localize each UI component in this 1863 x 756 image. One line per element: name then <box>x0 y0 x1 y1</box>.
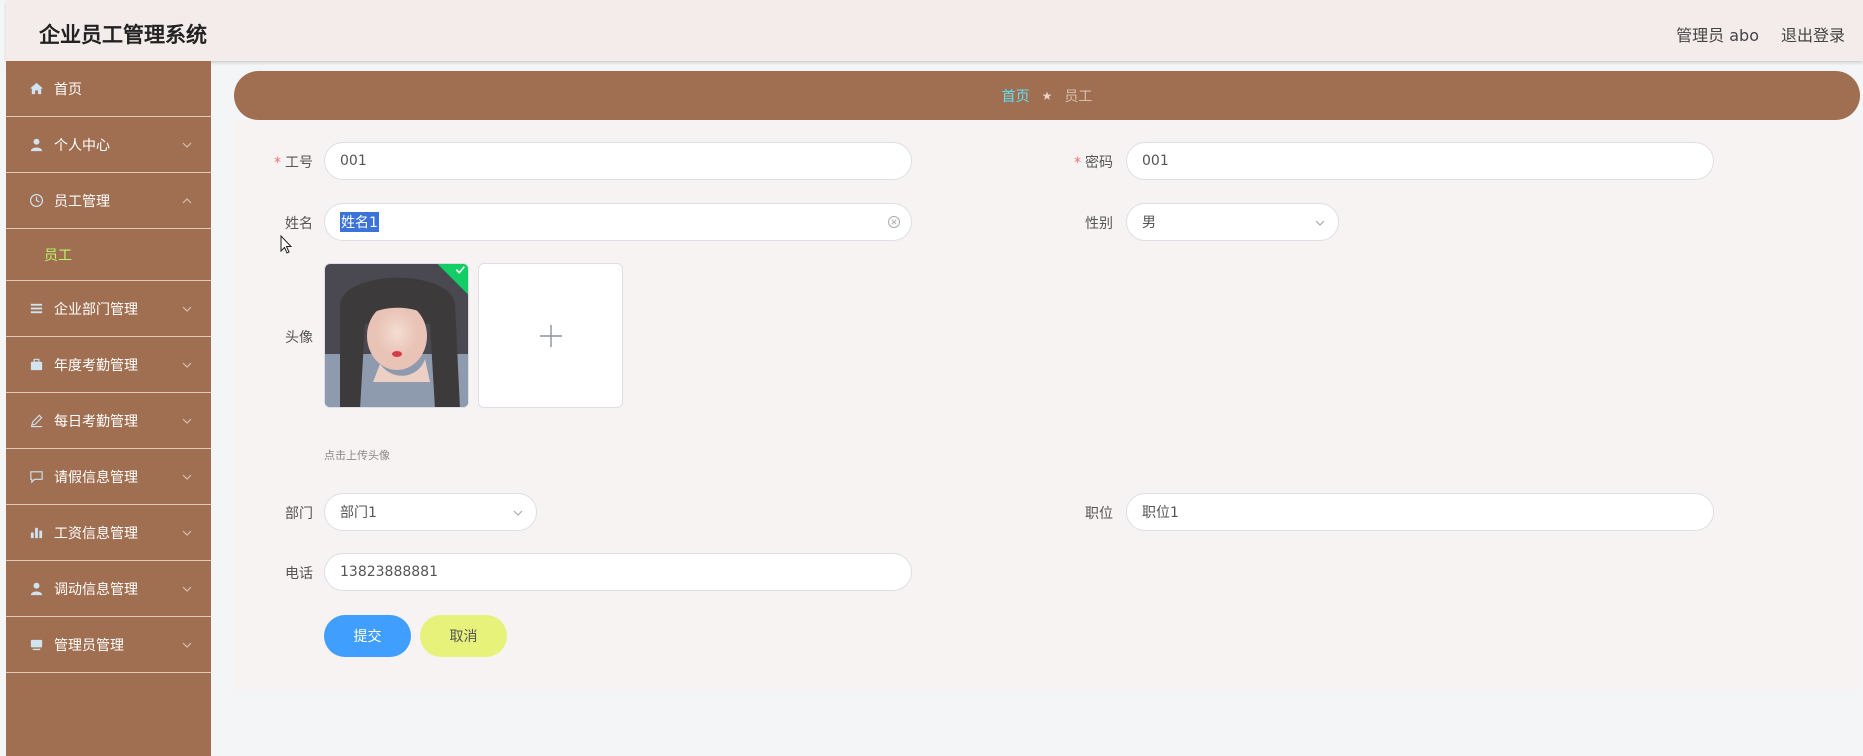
sidebar-item-label: 每日考勤管理 <box>54 413 138 430</box>
submit-button[interactable]: 提交 <box>324 615 411 657</box>
name-input-value: 姓名1 <box>340 212 379 232</box>
sidebar-item-label: 调动信息管理 <box>54 581 138 598</box>
user-icon <box>28 137 44 153</box>
sidebar-item-profile[interactable]: 个人中心 <box>6 117 211 173</box>
cancel-button[interactable]: 取消 <box>420 615 507 657</box>
sidebar-item-salary[interactable]: 工资信息管理 <box>6 505 211 561</box>
breadcrumb-home-link[interactable]: 首页 <box>1002 86 1030 106</box>
avatar-upload-hint: 点击上传头像 <box>324 449 390 462</box>
plus-icon <box>539 324 562 347</box>
check-icon <box>455 266 465 274</box>
clear-icon[interactable] <box>887 215 901 229</box>
avatar-upload-button[interactable] <box>478 263 623 408</box>
sidebar-item-label: 员工管理 <box>54 193 110 210</box>
password-label: * 密码 <box>1074 155 1113 171</box>
position-label: 职位 <box>1085 506 1113 522</box>
name-input[interactable]: 姓名1 <box>324 203 912 241</box>
required-mark: * <box>1074 155 1081 171</box>
sidebar: 首页 个人中心 员工管理 员工 企业部门管理 年度考勤管理 每日考勤管理 请假信… <box>6 61 211 756</box>
sidebar-item-label: 管理员管理 <box>54 637 124 654</box>
chevron-down-icon <box>182 530 192 536</box>
gender-label: 性别 <box>1085 216 1113 232</box>
chevron-down-icon <box>182 306 192 312</box>
briefcase-icon <box>28 357 44 373</box>
mouse-cursor-icon <box>280 235 293 254</box>
employee-id-label: * 工号 <box>274 155 313 171</box>
sidebar-item-label: 请假信息管理 <box>54 469 138 486</box>
sidebar-subitem-label: 员工 <box>44 247 72 264</box>
bar-chart-icon <box>28 525 44 541</box>
app-title: 企业员工管理系统 <box>39 23 207 47</box>
clock-icon <box>28 193 44 209</box>
employee-id-input[interactable]: 001 <box>324 142 912 180</box>
chevron-down-icon <box>513 510 523 516</box>
sidebar-item-transfer[interactable]: 调动信息管理 <box>6 561 211 617</box>
gender-select[interactable]: 男 <box>1126 203 1339 241</box>
top-header: 企业员工管理系统 管理员 abo 退出登录 <box>6 0 1863 61</box>
avatar-photo <box>325 264 468 407</box>
phone-label: 电话 <box>285 566 313 582</box>
logout-link[interactable]: 退出登录 <box>1781 22 1845 46</box>
password-input[interactable]: 001 <box>1126 142 1714 180</box>
list-icon <box>28 301 44 317</box>
sidebar-item-department-mgmt[interactable]: 企业部门管理 <box>6 281 211 337</box>
avatar-preview[interactable] <box>324 263 469 408</box>
avatar-label: 头像 <box>285 330 313 346</box>
chevron-down-icon <box>182 586 192 592</box>
current-user: 管理员 abo <box>1676 26 1759 45</box>
user-icon <box>28 581 44 597</box>
sidebar-item-label: 工资信息管理 <box>54 525 138 542</box>
home-icon <box>28 81 44 97</box>
monitor-icon <box>28 637 44 653</box>
chevron-down-icon <box>1315 220 1325 226</box>
breadcrumb-current: 员工 <box>1064 88 1093 105</box>
chevron-down-icon <box>182 642 192 648</box>
sidebar-item-daily-attendance[interactable]: 每日考勤管理 <box>6 393 211 449</box>
sidebar-subitem-employee[interactable]: 员工 <box>6 229 211 281</box>
sidebar-item-annual-attendance[interactable]: 年度考勤管理 <box>6 337 211 393</box>
sidebar-item-admin[interactable]: 管理员管理 <box>6 617 211 673</box>
breadcrumb-separator: ★ <box>1041 88 1053 103</box>
breadcrumb: 首页 ★ 员工 <box>234 71 1860 120</box>
sidebar-item-leave[interactable]: 请假信息管理 <box>6 449 211 505</box>
department-label: 部门 <box>285 506 313 522</box>
sidebar-item-employee-mgmt[interactable]: 员工管理 <box>6 173 211 229</box>
phone-input[interactable]: 13823888881 <box>324 553 912 591</box>
department-select[interactable]: 部门1 <box>324 493 537 531</box>
sidebar-item-label: 首页 <box>54 81 82 98</box>
chevron-down-icon <box>182 362 192 368</box>
chevron-down-icon <box>182 418 192 424</box>
sidebar-item-label: 企业部门管理 <box>54 301 138 318</box>
name-label: 姓名 <box>285 216 313 232</box>
sidebar-item-label: 个人中心 <box>54 137 110 154</box>
required-mark: * <box>274 155 281 171</box>
chevron-up-icon <box>182 198 192 204</box>
edit-icon <box>28 413 44 429</box>
chevron-down-icon <box>182 142 192 148</box>
position-input[interactable]: 职位1 <box>1126 493 1714 531</box>
chevron-down-icon <box>182 474 192 480</box>
sidebar-item-home[interactable]: 首页 <box>6 61 211 117</box>
message-icon <box>28 469 44 485</box>
sidebar-item-label: 年度考勤管理 <box>54 357 138 374</box>
